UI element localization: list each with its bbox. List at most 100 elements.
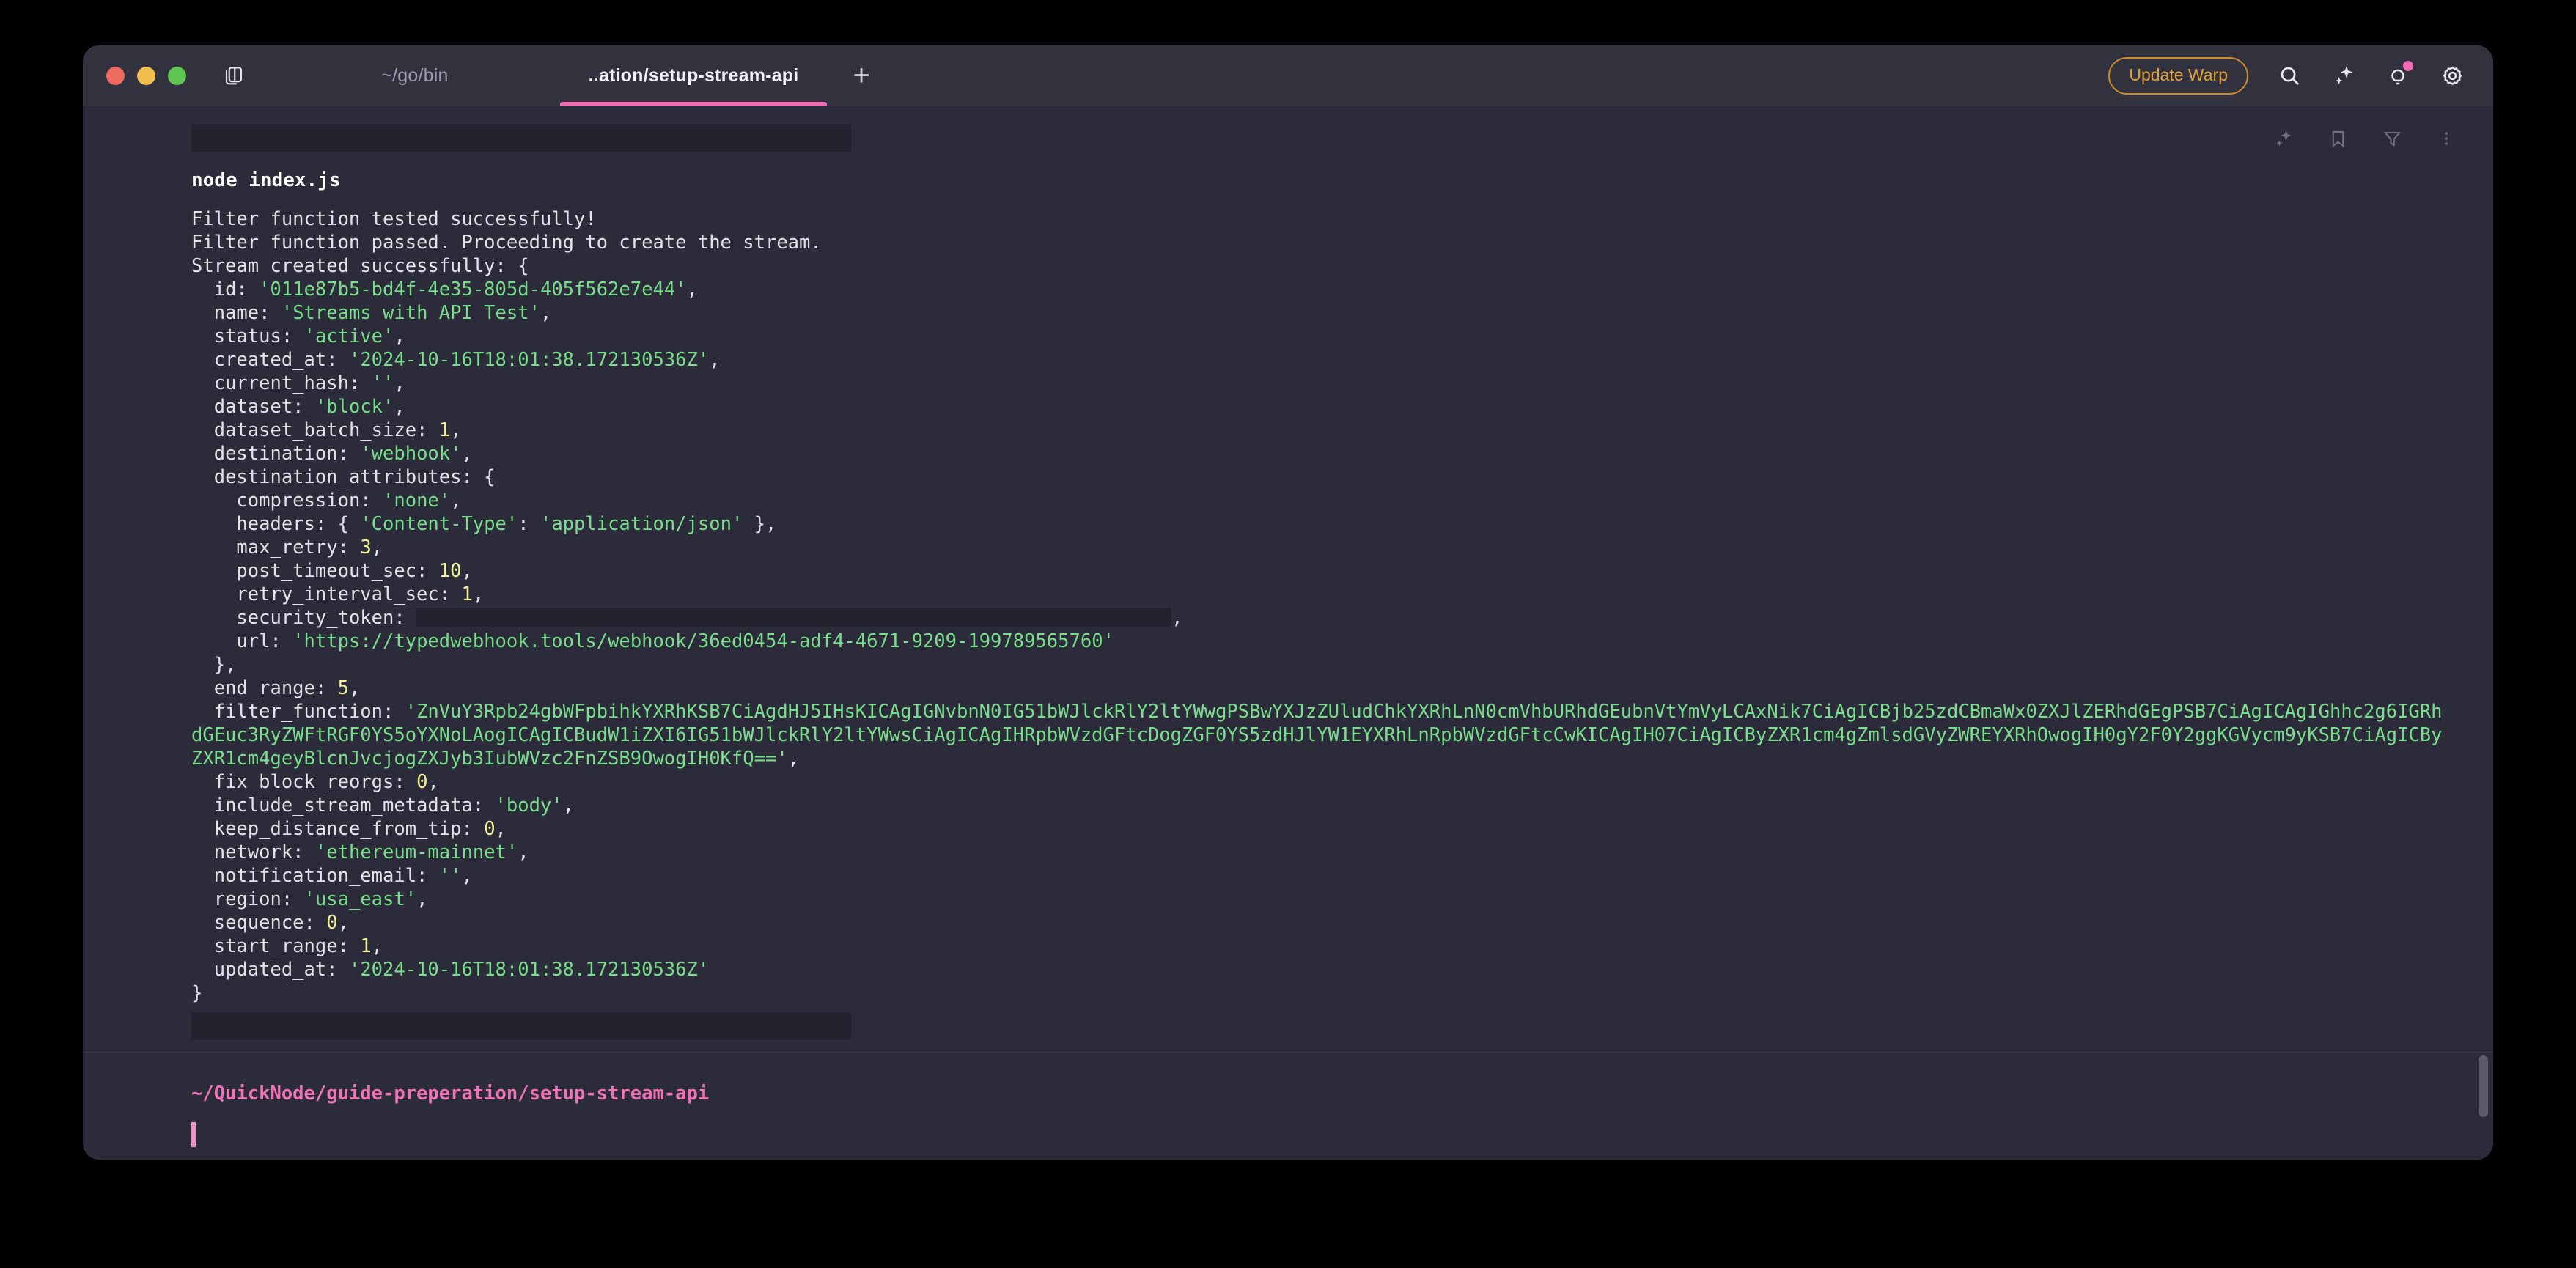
json-number: 5 [337, 677, 349, 699]
json-punct: : [518, 513, 540, 535]
json-punct: , [371, 537, 383, 559]
text-cursor [191, 1122, 196, 1147]
scrolled-block-shade-bottom [191, 1012, 851, 1040]
json-string: 'application/json' [540, 513, 743, 535]
json-key: id: [213, 279, 248, 301]
json-number: 1 [360, 935, 372, 957]
json-punct: , [450, 419, 462, 441]
json-punct: , [450, 490, 462, 512]
json-number: 1 [461, 583, 473, 605]
json-number: 10 [438, 560, 462, 582]
new-tab-label: + [853, 59, 870, 92]
json-key: }, [213, 654, 237, 676]
json-key: notification_email: [213, 865, 428, 887]
json-string: 'block' [314, 396, 394, 418]
tab-setup-stream-api[interactable]: ..ation/setup-stream-api [554, 45, 833, 106]
json-field-line: dataset: 'block', [83, 395, 2493, 419]
json-field-line: sequence: 0, [83, 911, 2493, 935]
prompt-area[interactable]: ~/QuickNode/guide-preperation/setup-stre… [83, 1081, 2493, 1147]
json-punct: }, [743, 513, 777, 535]
json-key: destination_attributes: [213, 466, 473, 488]
tab-label: ~/go/bin [381, 64, 449, 86]
json-punct: , [394, 396, 405, 418]
json-punct: , [461, 865, 473, 887]
tab-go-bin[interactable]: ~/go/bin [276, 45, 554, 106]
json-key: fix_block_reorgs: [213, 771, 405, 793]
scrolled-block-shade [191, 124, 851, 152]
json-field-line: security_token: , [83, 606, 2493, 630]
json-field-line: post_timeout_sec: 10, [83, 559, 2493, 583]
json-punct: , [518, 841, 529, 863]
scrollbar-thumb[interactable] [2479, 1055, 2488, 1117]
json-string: '' [438, 865, 462, 887]
new-tab-button[interactable]: + [833, 45, 890, 106]
json-key: post_timeout_sec: [236, 560, 428, 582]
block-divider [83, 1052, 2493, 1053]
json-string: '' [371, 372, 394, 394]
json-field-line: filter_function: 'ZnVuY3Rpb24gbWFpbihkYX… [83, 700, 2493, 770]
update-warp-button[interactable]: Update Warp [2108, 56, 2248, 95]
json-punct: , [562, 795, 575, 817]
split-panes-icon[interactable] [221, 63, 246, 88]
json-field-line: max_retry: 3, [83, 536, 2493, 559]
traffic-lights [106, 66, 186, 85]
json-field-line: network: 'ethereum-mainnet', [83, 841, 2493, 864]
json-field-line: headers: { 'Content-Type': 'application/… [83, 512, 2493, 536]
json-field-line: end_range: 5, [83, 677, 2493, 700]
json-key: destination: [213, 443, 349, 465]
json-string: 'ethereum-mainnet' [314, 841, 518, 863]
json-string: 'ZnVuY3Rpb24gbWFpbihkYXRhKSB7CiAgdHJ5IHs… [191, 701, 2443, 770]
lightbulb-icon[interactable] [2385, 61, 2413, 89]
json-key: include_stream_metadata: [213, 795, 485, 817]
minimize-window-button[interactable] [137, 66, 155, 85]
command-block[interactable]: node index.js Filter function tested suc… [83, 106, 2493, 1040]
json-key: status: [213, 325, 293, 347]
terminal-body[interactable]: node index.js Filter function tested suc… [83, 106, 2493, 1160]
sparkle-icon[interactable] [2330, 62, 2357, 89]
close-window-button[interactable] [106, 66, 125, 85]
json-field-line: destination: 'webhook', [83, 442, 2493, 465]
json-string: 'Streams with API Test' [281, 302, 540, 324]
json-string: 'webhook' [360, 443, 462, 465]
maximize-window-button[interactable] [168, 66, 186, 85]
json-punct: , [709, 349, 721, 371]
json-key: created_at: [213, 349, 338, 371]
gear-icon[interactable] [2439, 62, 2465, 89]
json-number: 1 [438, 419, 451, 441]
json-punct: , [371, 935, 383, 957]
json-field-line: destination_attributes: { [83, 465, 2493, 489]
search-icon[interactable] [2276, 62, 2303, 89]
json-output: id: '011e87b5-bd4f-4e35-805d-405f562e7e4… [83, 278, 2493, 981]
json-punct: , [540, 302, 552, 324]
json-field-line: keep_distance_from_tip: 0, [83, 817, 2493, 841]
json-string: 'none' [383, 490, 451, 512]
json-field-line: updated_at: '2024-10-16T18:01:38.1721305… [83, 958, 2493, 981]
json-value: { [326, 513, 361, 535]
json-punct: , [472, 583, 485, 605]
json-field-line: fix_block_reorgs: 0, [83, 770, 2493, 794]
json-key: dataset: [213, 396, 304, 418]
json-key: name: [213, 302, 271, 324]
output-line: Filter function passed. Proceeding to cr… [191, 232, 822, 254]
json-field-line: include_stream_metadata: 'body', [83, 794, 2493, 817]
json-punct: , [461, 560, 473, 582]
